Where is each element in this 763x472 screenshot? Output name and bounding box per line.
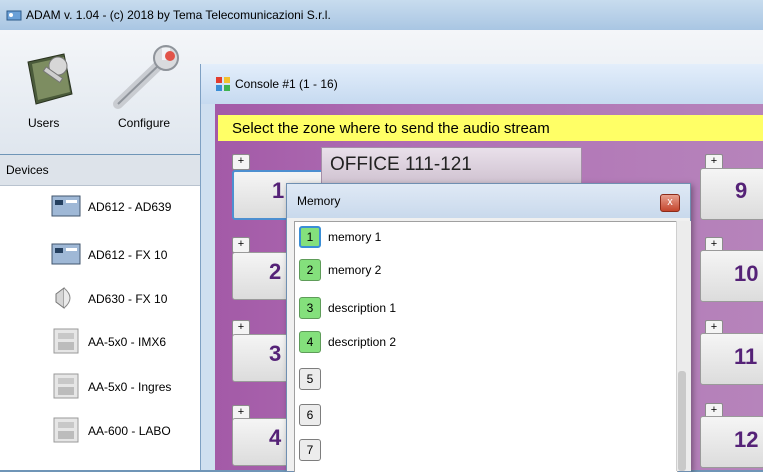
device-label: AD630 - FX 10 — [88, 292, 168, 306]
zone-button-10[interactable]: 10 — [700, 250, 763, 302]
intercom-icon — [53, 328, 79, 354]
memory-dialog: Memory x 1 memory 1 2 memory 2 3 descrip… — [286, 183, 691, 472]
zone-button-9[interactable]: 9 — [700, 168, 763, 220]
zone-number: 1 — [272, 178, 285, 203]
memory-item[interactable]: 6 — [294, 401, 654, 431]
intercom-icon — [53, 373, 79, 399]
memory-slot-button[interactable]: 5 — [299, 368, 321, 390]
console-title-bar: Console #1 (1 - 16) — [201, 64, 763, 104]
configure-label: Configure — [118, 116, 171, 130]
zone-button-12[interactable]: 12 — [700, 416, 763, 468]
device-panel-icon — [51, 195, 81, 217]
users-label: Users — [28, 116, 60, 130]
device-item[interactable]: AD630 - FX 10 — [50, 280, 225, 320]
memory-label: memory 1 — [328, 230, 382, 244]
zone-name-text: OFFICE 111-121 — [330, 154, 472, 175]
zone-number: 10 — [734, 261, 759, 286]
memory-slot-button[interactable]: 7 — [299, 439, 321, 461]
device-item[interactable]: AA-5x0 - Ingres — [50, 368, 225, 408]
memory-title: Memory — [297, 194, 341, 208]
memory-slot-button[interactable]: 2 — [299, 259, 321, 281]
configure-button[interactable]: Configure — [104, 44, 194, 154]
zone-number: 3 — [269, 341, 282, 366]
console-window-icon — [216, 77, 230, 91]
memory-item[interactable]: 3 description 1 — [294, 294, 654, 324]
device-label: AD612 - FX 10 — [88, 248, 168, 262]
wrench-icon — [113, 45, 179, 109]
intercom-icon — [53, 417, 79, 443]
memory-slot-button[interactable]: 1 — [299, 226, 321, 248]
memory-title-bar: Memory — [287, 184, 690, 218]
users-book-key-icon — [27, 53, 73, 105]
devices-list: AD612 - AD639 AD612 - FX 10 AD630 - FX 1… — [0, 186, 225, 470]
main-title-bar: ADAM v. 1.04 - (c) 2018 by Tema Telecomu… — [0, 0, 763, 30]
memory-slot-button[interactable]: 3 — [299, 297, 321, 319]
memory-item[interactable]: 2 memory 2 — [294, 256, 654, 286]
window-title: ADAM v. 1.04 - (c) 2018 by Tema Telecomu… — [26, 8, 331, 22]
zone-plus-button[interactable]: + — [232, 237, 250, 253]
device-item[interactable]: AA-600 - LABO — [50, 412, 225, 452]
memory-item[interactable]: 1 memory 1 — [294, 223, 654, 253]
memory-slot-button[interactable]: 4 — [299, 331, 321, 353]
zone-prompt-text: Select the zone where to send the audio … — [232, 120, 550, 137]
memory-label: memory 2 — [328, 263, 382, 277]
memory-slot-button[interactable]: 6 — [299, 404, 321, 426]
zone-number: 9 — [735, 178, 748, 203]
memory-item[interactable]: 7 — [294, 436, 654, 466]
devices-header: Devices — [0, 155, 225, 186]
users-button[interactable]: Users — [18, 44, 84, 154]
close-icon[interactable]: x — [660, 194, 680, 212]
devices-header-label: Devices — [6, 163, 49, 177]
memory-item[interactable]: 5 — [294, 365, 654, 395]
zone-number: 4 — [269, 425, 282, 450]
memory-label: description 2 — [328, 335, 397, 349]
device-item[interactable]: AD612 - FX 10 — [50, 236, 225, 276]
zone-button-11[interactable]: 11 — [700, 333, 763, 385]
device-label: AA-5x0 - Ingres — [88, 380, 172, 394]
zone-number: 11 — [734, 344, 758, 369]
zone-number: 12 — [734, 427, 759, 452]
console-title: Console #1 (1 - 16) — [235, 77, 338, 91]
device-label: AA-600 - LABO — [88, 424, 171, 438]
device-item[interactable]: AA-5x0 - IMX6 — [50, 323, 225, 363]
device-panel-icon — [51, 243, 81, 265]
memory-label: description 1 — [328, 301, 397, 315]
app-icon — [6, 10, 22, 21]
zone-prompt: Select the zone where to send the audio … — [218, 115, 763, 141]
zone-number: 2 — [269, 259, 282, 284]
speaker-icon — [55, 287, 71, 309]
memory-scrollbar-thumb[interactable] — [678, 371, 686, 471]
memory-item[interactable]: 4 description 2 — [294, 328, 654, 358]
device-label: AA-5x0 - IMX6 — [88, 335, 167, 349]
zone-plus-button[interactable]: + — [232, 154, 250, 170]
device-label: AD612 - AD639 — [88, 200, 172, 214]
device-item[interactable]: AD612 - AD639 — [50, 188, 225, 228]
